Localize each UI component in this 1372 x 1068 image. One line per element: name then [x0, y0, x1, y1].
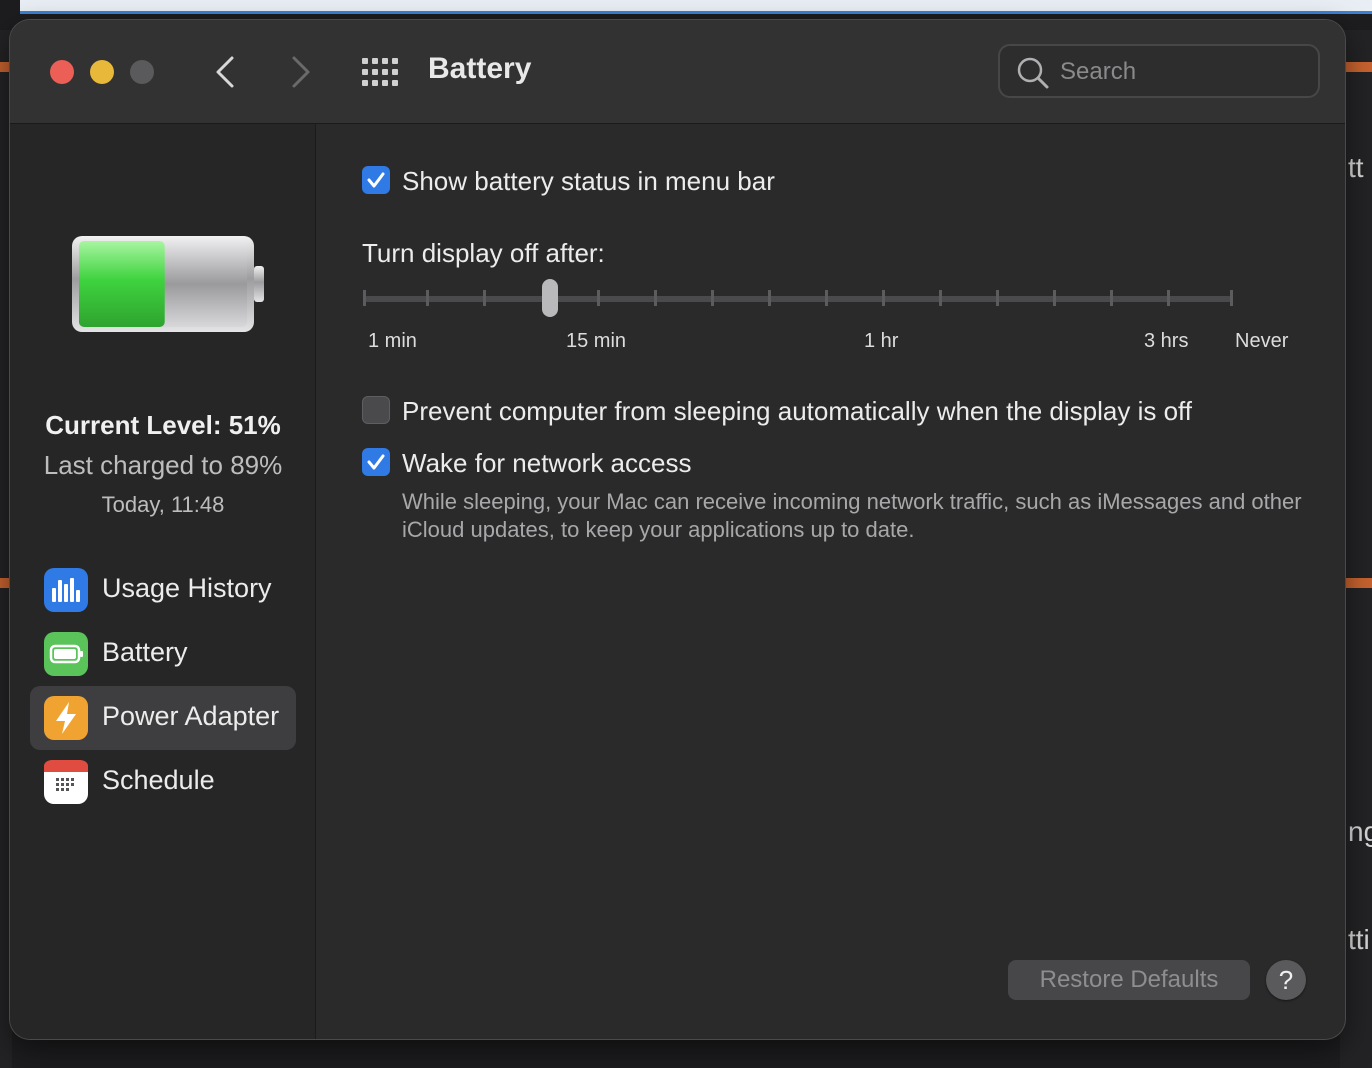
- sidebar-item-power-adapter[interactable]: Power Adapter: [30, 686, 296, 750]
- current-level: Current Level: 51%: [45, 410, 281, 440]
- prevent-sleep-label: Prevent computer from sleeping automatic…: [402, 396, 1193, 426]
- background-accent-line: [0, 578, 10, 588]
- slider-tick-label: Never: [1235, 330, 1289, 352]
- bar-chart-icon: [44, 568, 88, 612]
- wake-network-checkbox[interactable]: [362, 448, 390, 476]
- sidebar-item-battery[interactable]: Battery: [30, 622, 296, 686]
- slider-tick: [597, 290, 600, 306]
- battery-level-icon: [72, 236, 264, 332]
- background-text-fragment: tti: [1348, 924, 1370, 955]
- sidebar-item-label: Usage History: [102, 573, 272, 603]
- checkmark-icon: [367, 454, 385, 470]
- background-text-fragment: tt: [1348, 152, 1364, 183]
- slider-tick: [1230, 290, 1233, 306]
- sidebar: Current Level: 51% Last charged to 89% T…: [10, 124, 316, 1039]
- sidebar-item-label: Power Adapter: [102, 701, 280, 731]
- search-placeholder: Search: [1060, 58, 1137, 85]
- battery-icon: [44, 632, 88, 676]
- search-icon: [1017, 57, 1049, 89]
- close-button[interactable]: [50, 60, 74, 84]
- zoom-button[interactable]: [130, 60, 154, 84]
- background-accent-line: [1345, 578, 1372, 588]
- slider-tick-label: 1 min: [368, 330, 417, 352]
- chevron-right-icon: [292, 56, 310, 88]
- forward-button[interactable]: [280, 50, 320, 94]
- sidebar-item-label: Battery: [102, 637, 188, 667]
- slider-tick-label: 15 min: [566, 330, 627, 352]
- display-off-label: Turn display off after:: [362, 238, 605, 268]
- background-text-fragment: ng: [1348, 816, 1372, 847]
- grid-icon: [362, 58, 398, 86]
- chevron-left-icon: [216, 56, 234, 88]
- slider-tick: [1167, 290, 1170, 306]
- last-charged: Last charged to 89%: [43, 450, 283, 480]
- sidebar-item-schedule[interactable]: Schedule: [30, 750, 296, 814]
- search-field[interactable]: Search: [998, 44, 1320, 98]
- slider-tick: [996, 290, 999, 306]
- show-battery-status-checkbox[interactable]: [362, 166, 390, 194]
- slider-tick: [654, 290, 657, 306]
- slider-tick: [825, 290, 828, 306]
- title-bar: Battery Search: [10, 20, 1345, 124]
- background-window-bar: [20, 0, 1372, 14]
- restore-defaults-button[interactable]: Restore Defaults: [1008, 960, 1250, 1000]
- main-content: Show battery status in menu bar Turn dis…: [316, 124, 1345, 1039]
- wake-network-description: While sleeping, your Mac can receive inc…: [402, 489, 1302, 542]
- slider-tick: [882, 290, 885, 306]
- sidebar-item-usage-history[interactable]: Usage History: [30, 558, 296, 622]
- background-accent-line: [1345, 62, 1372, 72]
- help-button[interactable]: ?: [1266, 960, 1306, 1000]
- wake-network-label: Wake for network access: [402, 448, 692, 478]
- prevent-sleep-checkbox[interactable]: [362, 396, 390, 424]
- slider-tick: [768, 290, 771, 306]
- background-accent-line: [0, 62, 10, 72]
- slider-tick: [939, 290, 942, 306]
- checkmark-icon: [367, 172, 385, 188]
- slider-tick: [483, 290, 486, 306]
- minimize-button[interactable]: [90, 60, 114, 84]
- display-off-slider-thumb[interactable]: [542, 279, 558, 317]
- battery-charge-fill: [79, 241, 165, 327]
- last-charged-time: Today, 11:48: [101, 492, 225, 517]
- lightning-bolt-icon: [44, 696, 88, 740]
- back-button[interactable]: [206, 50, 246, 94]
- slider-tick: [711, 290, 714, 306]
- show-battery-status-label: Show battery status in menu bar: [402, 166, 775, 196]
- slider-tick: [1110, 290, 1113, 306]
- slider-tick: [1053, 290, 1056, 306]
- slider-tick: [363, 290, 366, 306]
- window-title: Battery: [428, 52, 532, 85]
- slider-tick-label: 1 hr: [864, 330, 899, 352]
- battery-preferences-window: Battery Search Current Level: 51% Last c…: [10, 20, 1345, 1039]
- slider-tick-label: 3 hrs: [1144, 330, 1189, 352]
- calendar-icon: [44, 760, 88, 804]
- display-off-slider-track[interactable]: [364, 296, 1232, 302]
- slider-tick: [426, 290, 429, 306]
- sidebar-item-label: Schedule: [102, 765, 215, 795]
- show-all-button[interactable]: [360, 56, 400, 88]
